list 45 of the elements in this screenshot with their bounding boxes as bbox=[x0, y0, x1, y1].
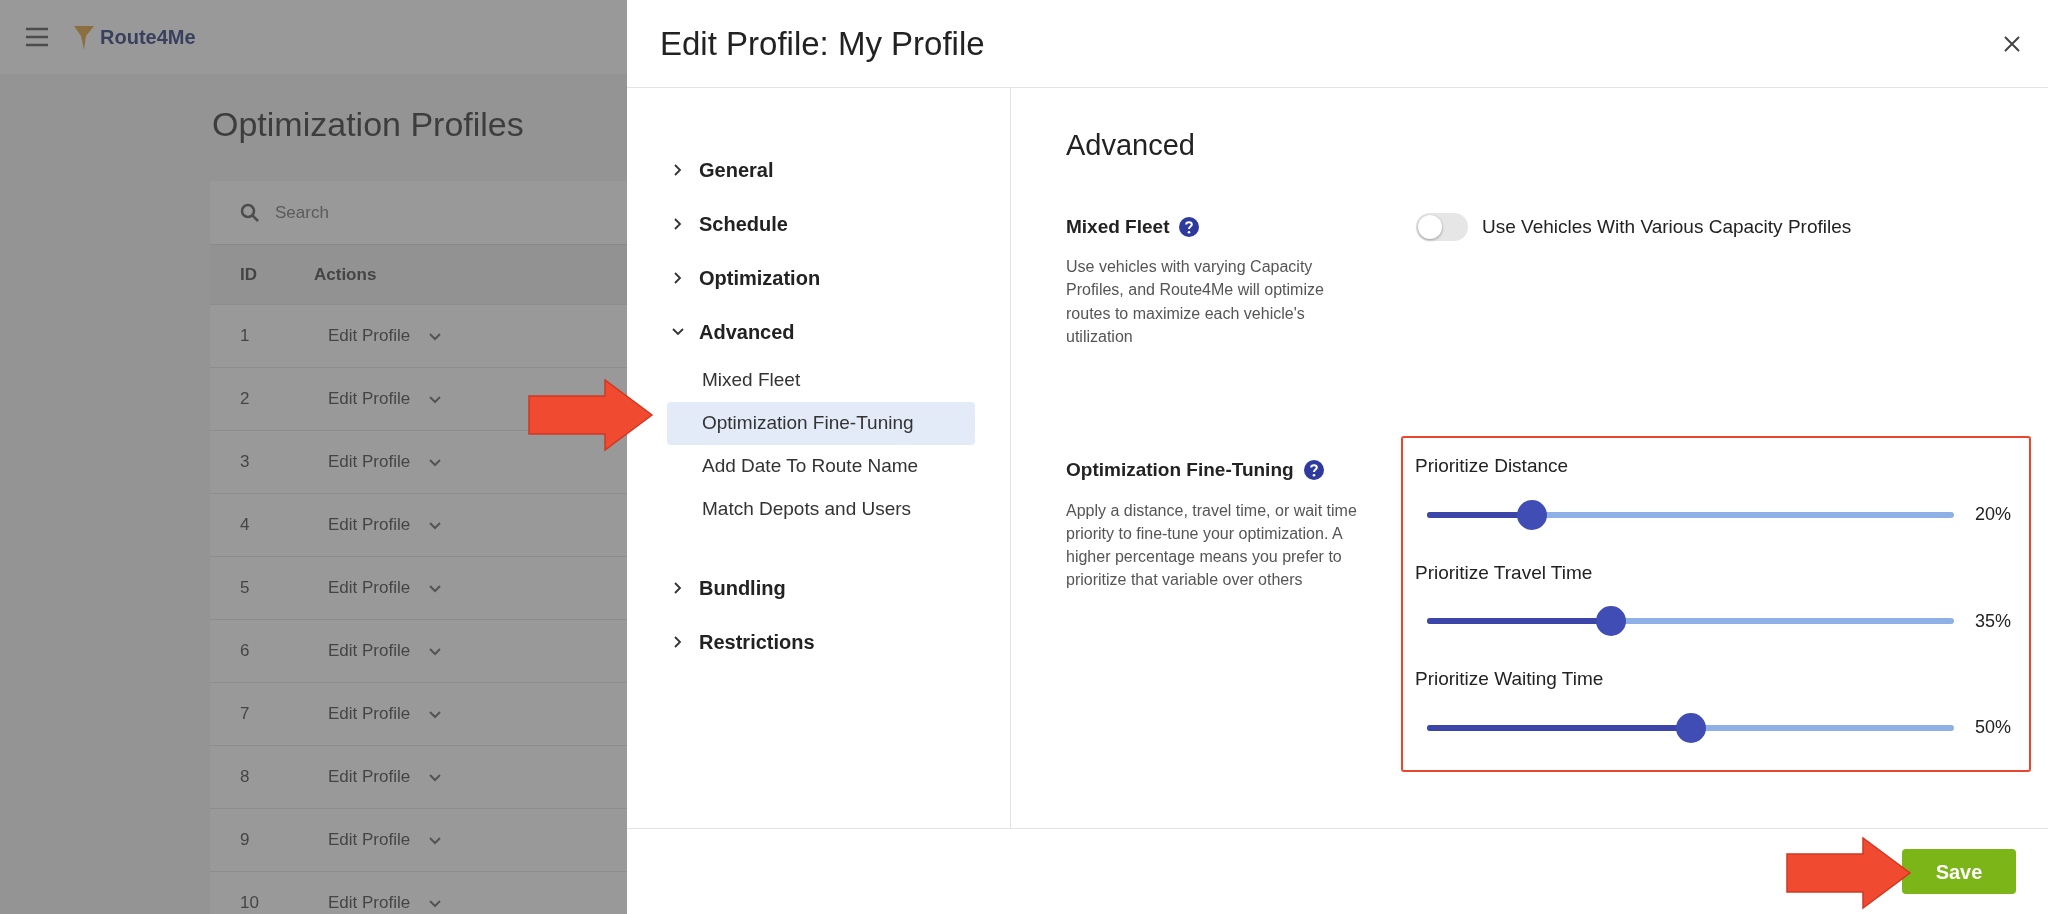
slider-thumb[interactable] bbox=[1675, 712, 1706, 743]
nav-item[interactable]: Advanced bbox=[667, 305, 795, 359]
close-icon bbox=[2002, 33, 2022, 54]
nav-item[interactable]: Optimization bbox=[667, 251, 821, 305]
help-icon[interactable] bbox=[1179, 217, 1200, 238]
setting-title: Mixed Fleet bbox=[1066, 214, 1170, 239]
setting-description: Apply a distance, travel time, or wait time priority to fine-tune your optimization. A higher percentage means you prefer to prioritize that variable over others bbox=[1066, 500, 1358, 591]
slider-value: 20% bbox=[1974, 503, 2011, 527]
nav-subitem[interactable]: Optimization Fine-Tuning bbox=[667, 402, 975, 445]
setting-title: Optimization Fine-Tuning bbox=[1066, 458, 1294, 483]
dialog-title: Edit Profile: My Profile bbox=[660, 23, 985, 64]
column-header: Actions bbox=[314, 263, 377, 286]
menu-icon[interactable] bbox=[24, 25, 50, 49]
table-cell-text: 3 bbox=[239, 451, 251, 474]
section-title: Advanced bbox=[1066, 128, 1196, 163]
slider-label: Prioritize Travel Time bbox=[1415, 560, 1594, 585]
nav-item[interactable]: Schedule bbox=[667, 197, 788, 251]
column-header: ID bbox=[239, 263, 258, 286]
nav-item[interactable]: Restrictions bbox=[667, 615, 815, 669]
slider-label: Prioritize Distance bbox=[1415, 454, 1570, 479]
nav-subitem[interactable]: Add Date To Route Name bbox=[667, 445, 975, 488]
nav-subitem[interactable]: Mixed Fleet bbox=[667, 359, 975, 402]
slider-thumb[interactable] bbox=[1596, 606, 1627, 637]
table-cell-text: 2 bbox=[239, 388, 251, 411]
slider-thumb[interactable] bbox=[1517, 499, 1548, 530]
toggle-switch[interactable]: Use Vehicles With Various Capacity Profiles bbox=[1416, 212, 1852, 242]
slider-label: Prioritize Waiting Time bbox=[1415, 667, 1605, 692]
search-icon bbox=[240, 202, 259, 222]
table-cell-text: 4 bbox=[239, 514, 251, 537]
setting-description: Use vehicles with varying Capacity Profiles, and Route4Me will optimize routes to maximize each vehicle's utilization bbox=[1066, 257, 1325, 347]
table-cell-text: 9 bbox=[239, 829, 251, 852]
logo-text: Route4Me bbox=[100, 25, 196, 50]
table-cell-text: 5 bbox=[239, 577, 251, 600]
table-cell-text: 7 bbox=[239, 703, 251, 726]
table-cell-text: 10 bbox=[239, 892, 260, 914]
search-field[interactable]: Search bbox=[273, 198, 498, 227]
nav-subitem[interactable]: Match Depots and Users bbox=[667, 488, 975, 531]
nav-item[interactable]: Bundling bbox=[667, 561, 786, 615]
help-icon[interactable] bbox=[1303, 460, 1324, 481]
table-cell-text: 1 bbox=[239, 325, 251, 348]
table-cell-text: 6 bbox=[239, 640, 251, 663]
table-cell-text: 8 bbox=[239, 766, 251, 789]
nav-item[interactable]: General bbox=[667, 143, 774, 197]
slider-value: 50% bbox=[1974, 716, 2011, 740]
slider-value: 35% bbox=[1974, 609, 2011, 633]
